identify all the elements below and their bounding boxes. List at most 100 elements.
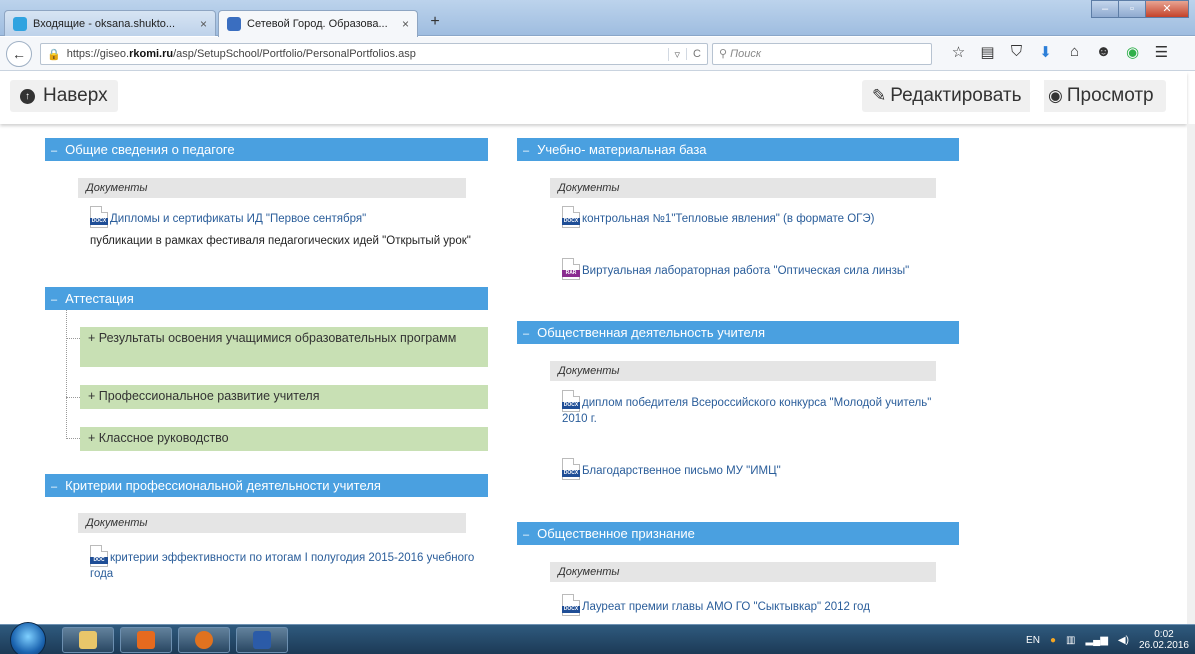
collapse-toggle: – bbox=[523, 145, 530, 157]
view-button-label: Просмотр bbox=[1066, 85, 1154, 106]
documents-label: Документы bbox=[550, 361, 936, 381]
page-header: ↑ Наверх ✎ Редактировать ◉ Просмотр bbox=[0, 72, 1187, 124]
close-window-button[interactable]: ✕ bbox=[1145, 0, 1189, 18]
taskbar-explorer[interactable] bbox=[62, 627, 114, 653]
search-placeholder: Поиск bbox=[730, 48, 762, 60]
scrollbar[interactable] bbox=[1187, 124, 1195, 624]
collapse-toggle: – bbox=[51, 294, 58, 306]
document-link[interactable]: DOC критерии эффективности по итогам I по… bbox=[90, 545, 480, 582]
edit-button-label: Редактировать bbox=[890, 85, 1022, 106]
documents-label: Документы bbox=[550, 178, 936, 198]
section-title: Аттестация bbox=[65, 291, 134, 306]
clock-date: 26.02.2016 bbox=[1138, 640, 1189, 651]
collapse-toggle: – bbox=[523, 328, 530, 340]
docx-file-icon: DOCX bbox=[562, 206, 580, 228]
section-social-activity[interactable]: – Общественная деятельность учителя bbox=[517, 321, 959, 344]
new-tab-button[interactable]: + bbox=[424, 13, 446, 33]
subsection-professional-development[interactable]: + Профессиональное развитие учителя bbox=[80, 385, 488, 409]
rar-file-icon: RAR bbox=[562, 258, 580, 280]
url-dropdown-icon[interactable]: ▿ bbox=[667, 47, 687, 61]
search-icon: ⚲ bbox=[719, 48, 728, 60]
tree-branch bbox=[66, 338, 80, 339]
subsection-title: Классное руководство bbox=[98, 431, 229, 445]
language-indicator[interactable]: EN bbox=[1026, 635, 1040, 646]
url-bar[interactable]: 🔒 https://giseo.rkomi.ru/asp/SetupSchool… bbox=[40, 43, 708, 65]
pocket-icon[interactable]: ⛉ bbox=[1002, 43, 1031, 61]
up-button-label: Наверх bbox=[43, 85, 108, 106]
toolbar-icons: ☆ ▤ ⛉ ⬇ ⌂ ☻ ◉ ☰ bbox=[944, 43, 1176, 61]
docx-file-icon: DOCX bbox=[90, 206, 108, 228]
section-attestation[interactable]: – Аттестация bbox=[45, 287, 488, 310]
url-text: https://giseo.rkomi.ru/asp/SetupSchool/P… bbox=[66, 48, 416, 60]
clock[interactable]: 0:02 26.02.2016 bbox=[1139, 629, 1189, 651]
document-title: Лауреат премии главы АМО ГО "Сыктывкар" … bbox=[582, 601, 870, 613]
folder-icon bbox=[79, 631, 97, 649]
document-title: контрольная №1"Тепловые явления" (в форм… bbox=[582, 213, 875, 225]
extension-icon[interactable]: ◉ bbox=[1118, 43, 1147, 61]
bookmark-star-icon[interactable]: ☆ bbox=[944, 43, 973, 61]
document-link[interactable]: DOCX Дипломы и сертификаты ИД "Первое сен… bbox=[90, 206, 480, 228]
up-button[interactable]: ↑ Наверх bbox=[10, 80, 118, 112]
section-material-base[interactable]: – Учебно- материальная база bbox=[517, 138, 959, 161]
reload-icon[interactable]: C bbox=[686, 48, 707, 60]
document-title: диплом победителя Всероссийского конкурс… bbox=[562, 397, 932, 425]
close-tab-icon[interactable]: × bbox=[200, 17, 207, 31]
taskbar-firefox[interactable] bbox=[178, 627, 230, 653]
document-title: Благодарственное письмо МУ "ИМЦ" bbox=[582, 465, 781, 477]
collapse-toggle: – bbox=[51, 145, 58, 157]
taskbar-media-player[interactable] bbox=[120, 627, 172, 653]
subsection-title: Результаты освоения учащимися образовате… bbox=[98, 331, 457, 345]
document-link[interactable]: DOCX контрольная №1"Тепловые явления" (в … bbox=[562, 206, 954, 228]
chat-icon[interactable]: ☻ bbox=[1089, 43, 1118, 61]
tray-app-icon[interactable]: ● bbox=[1050, 635, 1056, 646]
documents-label: Документы bbox=[78, 513, 466, 533]
document-link[interactable]: DOCX Благодарственное письмо МУ "ИМЦ" bbox=[562, 458, 954, 480]
document-link[interactable]: DOCX Лауреат премии главы АМО ГО "Сыктывк… bbox=[562, 594, 954, 616]
start-button[interactable] bbox=[10, 622, 46, 654]
maximize-button[interactable]: ▫ bbox=[1118, 0, 1146, 18]
back-button[interactable]: ← bbox=[6, 41, 32, 67]
word-icon bbox=[253, 631, 271, 649]
clock-time: 0:02 bbox=[1154, 629, 1174, 640]
subsection-class-management[interactable]: + Классное руководство bbox=[80, 427, 488, 451]
windows-taskbar: EN ● ▥ ▂▄▆ ◀) 0:02 26.02.2016 bbox=[0, 622, 1195, 654]
section-title: Учебно- материальная база bbox=[537, 142, 707, 157]
bookmarks-list-icon[interactable]: ▤ bbox=[973, 43, 1002, 61]
volume-icon[interactable]: ◀) bbox=[1118, 635, 1129, 646]
home-icon[interactable]: ⌂ bbox=[1060, 43, 1089, 61]
section-public-recognition[interactable]: – Общественное признание bbox=[517, 522, 959, 545]
site-favicon-icon bbox=[227, 17, 241, 31]
tray-network-icon[interactable]: ▥ bbox=[1066, 635, 1075, 646]
section-criteria[interactable]: – Критерии профессиональной деятельности … bbox=[45, 474, 488, 497]
subsection-title: Профессиональное развитие учителя bbox=[98, 389, 320, 403]
url-tools: ▿ C bbox=[667, 47, 707, 61]
section-title: Общественное признание bbox=[537, 526, 695, 541]
close-tab-icon[interactable]: × bbox=[402, 17, 409, 31]
view-button[interactable]: ◉ Просмотр bbox=[1044, 80, 1166, 112]
tab-inbox[interactable]: Входящие - oksana.shukto... × bbox=[4, 10, 216, 36]
tab-network-city[interactable]: Сетевой Город. Образова... × bbox=[218, 10, 418, 37]
signal-icon[interactable]: ▂▄▆ bbox=[1085, 635, 1107, 646]
menu-icon[interactable]: ☰ bbox=[1147, 43, 1176, 61]
collapse-toggle: – bbox=[51, 481, 58, 493]
minimize-button[interactable]: – bbox=[1091, 0, 1119, 18]
docx-file-icon: DOCX bbox=[562, 594, 580, 616]
search-input[interactable]: ⚲ Поиск bbox=[712, 43, 932, 65]
eye-icon: ◉ bbox=[1048, 86, 1063, 105]
edit-button[interactable]: ✎ Редактировать bbox=[862, 80, 1030, 112]
section-title: Общие сведения о педагоге bbox=[65, 142, 235, 157]
tab-title: Сетевой Город. Образова... bbox=[247, 18, 388, 30]
document-link[interactable]: RAR Виртуальная лабораторная работа "Опти… bbox=[562, 258, 954, 280]
taskbar-word[interactable] bbox=[236, 627, 288, 653]
document-link[interactable]: DOCX диплом победителя Всероссийского кон… bbox=[562, 390, 954, 427]
lock-icon: 🔒 bbox=[47, 48, 61, 61]
back-arrow-icon: ← bbox=[12, 46, 26, 62]
media-player-icon bbox=[137, 631, 155, 649]
section-general-info[interactable]: – Общие сведения о педагоге bbox=[45, 138, 488, 161]
expand-toggle: + bbox=[88, 431, 96, 445]
download-icon[interactable]: ⬇ bbox=[1031, 43, 1060, 61]
documents-label: Документы bbox=[550, 562, 936, 582]
arrow-up-circle-icon: ↑ bbox=[20, 88, 35, 104]
subsection-learning-results[interactable]: + Результаты освоения учащимися образова… bbox=[80, 327, 488, 367]
firefox-icon bbox=[195, 631, 213, 649]
